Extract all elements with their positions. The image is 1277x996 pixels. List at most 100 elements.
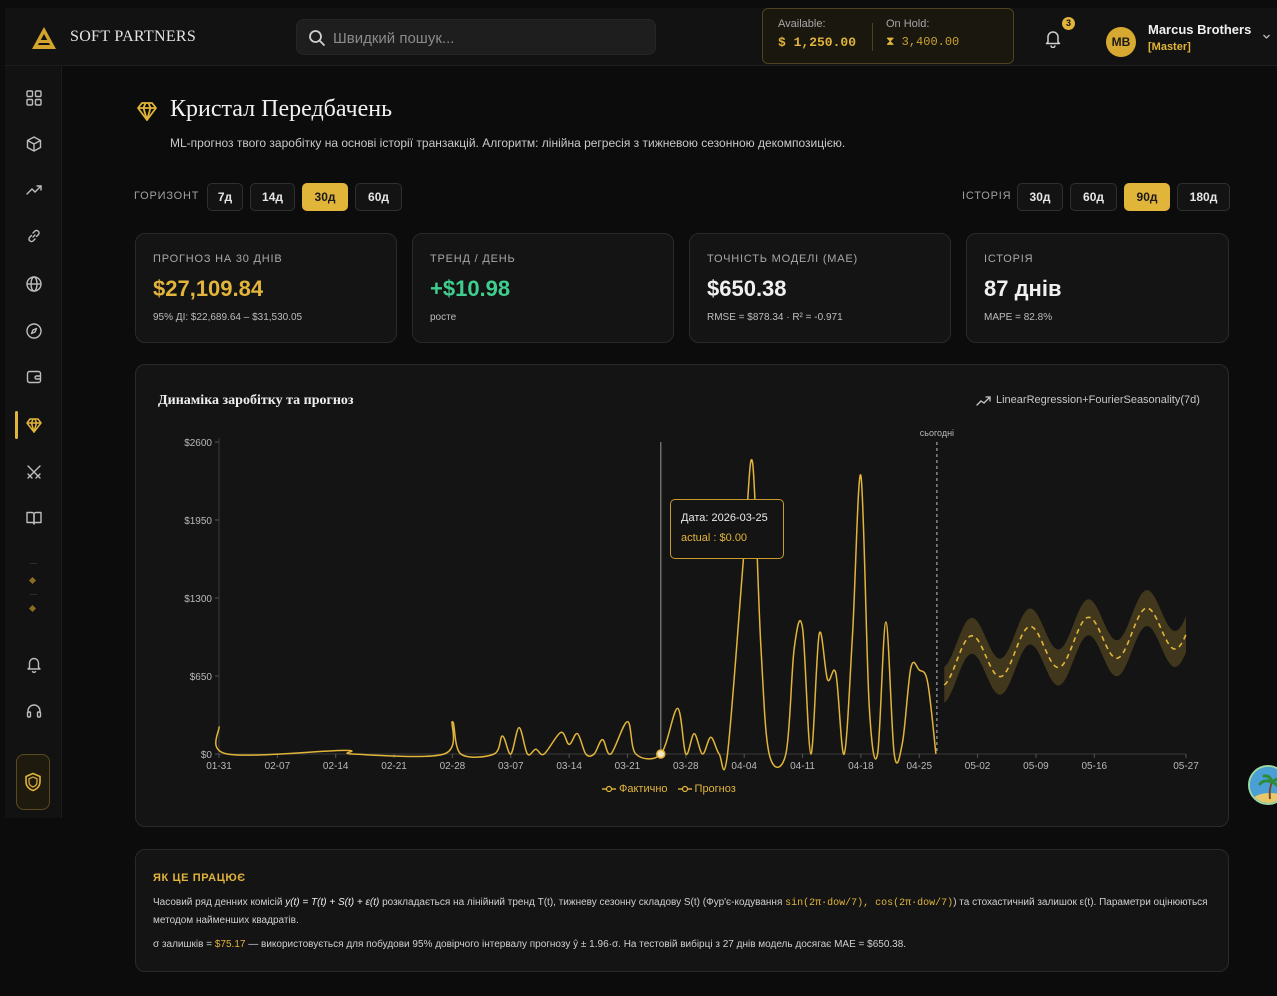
chart-legend: Фактично Прогноз bbox=[602, 783, 736, 795]
forecast-confidence-band bbox=[944, 590, 1186, 704]
legend-line-icon bbox=[602, 785, 616, 793]
x-tick-label: 04-11 bbox=[790, 761, 815, 772]
card-note: RMSE = $878.34 · R² = -0.971 bbox=[707, 312, 843, 323]
card-label: ПРОГНОЗ НА 30 ДНІВ bbox=[153, 253, 283, 265]
accuracy-card: ТОЧНІСТЬ МОДЕЛІ (MAE) $650.38 RMSE = $87… bbox=[689, 233, 951, 343]
y-tick-label: $1950 bbox=[184, 516, 212, 527]
tooltip-date: Дата: 2026-03-25 bbox=[681, 512, 768, 524]
history-90d-button[interactable]: 90д bbox=[1124, 183, 1170, 211]
search-box[interactable] bbox=[296, 19, 656, 55]
x-tick-label: 01-31 bbox=[206, 761, 232, 772]
sidebar-item-geo[interactable] bbox=[5, 264, 62, 304]
hover-point bbox=[656, 749, 666, 759]
y-tick-label: $2600 bbox=[184, 438, 212, 449]
tooltip-value: actual : $0.00 bbox=[681, 532, 748, 544]
logo-icon[interactable] bbox=[31, 26, 57, 50]
brand-name[interactable]: SOFT PARTNERS bbox=[70, 28, 196, 46]
grid-icon bbox=[25, 90, 42, 106]
horizon-30d-button[interactable]: 30д bbox=[302, 183, 348, 211]
assistant-button[interactable] bbox=[1248, 765, 1277, 805]
balance-panel[interactable]: Available: $ 1,250.00 On Hold: ⧗ 3,400.0… bbox=[762, 8, 1014, 64]
x-tick-label: 04-18 bbox=[848, 761, 874, 772]
legend-forecast[interactable]: Прогноз bbox=[677, 783, 736, 795]
card-label: ІСТОРІЯ bbox=[984, 253, 1034, 265]
avatar[interactable]: MB bbox=[1106, 27, 1136, 57]
earnings-chart[interactable]: $0 $650 $1300 $1950 $2600 01-31 02-07 02-14 02-2… bbox=[136, 365, 1230, 828]
history-30d-button[interactable]: 30д bbox=[1017, 183, 1063, 211]
y-tick-label: $1300 bbox=[184, 594, 212, 605]
sidebar-item-battles[interactable] bbox=[5, 452, 62, 492]
on-hold-value: 3,400.00 bbox=[901, 35, 960, 49]
sidebar-item-notifications[interactable] bbox=[5, 644, 62, 684]
compass-icon bbox=[25, 323, 42, 339]
wallet-icon bbox=[26, 370, 41, 384]
card-value: $27,109.84 bbox=[153, 276, 264, 301]
search-input[interactable] bbox=[333, 27, 643, 49]
chevron-down-icon[interactable] bbox=[1262, 32, 1271, 41]
horizon-7d-button[interactable]: 7д bbox=[207, 183, 243, 211]
x-tick-label: 02-28 bbox=[440, 761, 466, 772]
sidebar-item-wallet[interactable] bbox=[5, 357, 62, 397]
headset-icon bbox=[26, 704, 41, 718]
history-label: ІСТОРІЯ bbox=[962, 190, 1012, 202]
y-tick-label: $0 bbox=[201, 750, 213, 761]
history-60d-button[interactable]: 60д bbox=[1070, 183, 1117, 211]
sidebar-divider bbox=[30, 594, 37, 595]
card-note: MAPE = 82.8% bbox=[984, 312, 1053, 323]
sidebar-item-products[interactable] bbox=[5, 124, 62, 164]
sidebar-item-explore[interactable] bbox=[5, 311, 62, 351]
card-note: 95% ДІ: $22,689.64 – $31,530.05 bbox=[153, 312, 303, 323]
x-tick-label: 02-21 bbox=[381, 761, 407, 772]
legend-forecast-label: Прогноз bbox=[694, 783, 736, 795]
x-tick-label: 03-21 bbox=[615, 761, 641, 772]
swords-icon bbox=[26, 465, 41, 479]
x-tick-label: 05-16 bbox=[1082, 761, 1108, 772]
on-hold-label: On Hold: bbox=[886, 18, 930, 30]
sidebar-ornament bbox=[28, 576, 37, 585]
y-tick-label: $650 bbox=[190, 672, 213, 683]
security-button[interactable] bbox=[16, 754, 50, 810]
info-title: ЯК ЦЕ ПРАЦЮЄ bbox=[153, 872, 246, 884]
available-balance: Available: $ 1,250.00 bbox=[778, 18, 856, 50]
card-value: $650.38 bbox=[707, 276, 787, 301]
trend-card: ТРЕНД / ДЕНЬ +$10.98 росте bbox=[412, 233, 674, 343]
actual-line bbox=[215, 458, 937, 771]
sidebar-item-dashboard[interactable] bbox=[5, 78, 62, 118]
horizon-60d-button[interactable]: 60д bbox=[355, 183, 402, 211]
card-value: +$10.98 bbox=[430, 276, 511, 301]
how-it-works-card: ЯК ЦЕ ПРАЦЮЄ Часовий ряд денних комісій … bbox=[135, 849, 1229, 972]
shield-icon bbox=[25, 772, 41, 792]
x-tick-label: 05-02 bbox=[965, 761, 991, 772]
user-name[interactable]: Marcus Brothers bbox=[1148, 22, 1251, 37]
card-label: ТРЕНД / ДЕНЬ bbox=[430, 253, 516, 265]
x-tick-label: 04-04 bbox=[731, 761, 757, 772]
on-hold-balance: On Hold: ⧗ 3,400.00 bbox=[886, 18, 959, 49]
sidebar-item-stats[interactable] bbox=[5, 170, 62, 210]
horizon-label: ГОРИЗОНТ bbox=[134, 190, 200, 202]
legend-actual[interactable]: Фактично bbox=[602, 783, 668, 795]
x-tick-label: 05-09 bbox=[1023, 761, 1049, 772]
today-label: сьогодні bbox=[920, 428, 954, 438]
bell-icon bbox=[26, 657, 41, 673]
page-title: Кристал Передбачень bbox=[170, 96, 393, 122]
info-paragraph-2: σ залишків = $75.17 — використовується д… bbox=[153, 939, 907, 950]
sidebar-item-docs[interactable] bbox=[5, 498, 62, 538]
bell-icon[interactable] bbox=[1043, 28, 1063, 48]
available-label: Available: bbox=[778, 18, 826, 30]
legend-actual-label: Фактично bbox=[619, 783, 668, 795]
horizon-14d-button[interactable]: 14д bbox=[250, 183, 295, 211]
x-tick-label: 03-28 bbox=[673, 761, 699, 772]
balance-divider bbox=[872, 23, 873, 51]
sidebar-item-prediction[interactable] bbox=[5, 405, 62, 445]
on-hold-row: ⧗ 3,400.00 bbox=[886, 35, 959, 49]
history-180d-button[interactable]: 180д bbox=[1177, 183, 1230, 211]
page-subtitle: ML-прогноз твого заробітку на основі іст… bbox=[170, 136, 846, 150]
user-role: [Master] bbox=[1148, 41, 1191, 53]
card-note: росте bbox=[430, 312, 457, 323]
x-tick-label: 05-27 bbox=[1173, 761, 1199, 772]
sidebar-item-support[interactable] bbox=[5, 691, 62, 731]
sidebar-item-links[interactable] bbox=[5, 216, 62, 256]
top-bar: SOFT PARTNERS Available: $ 1,250.00 On H… bbox=[5, 8, 1277, 66]
globe-icon bbox=[25, 276, 42, 292]
gem-icon bbox=[25, 418, 42, 433]
